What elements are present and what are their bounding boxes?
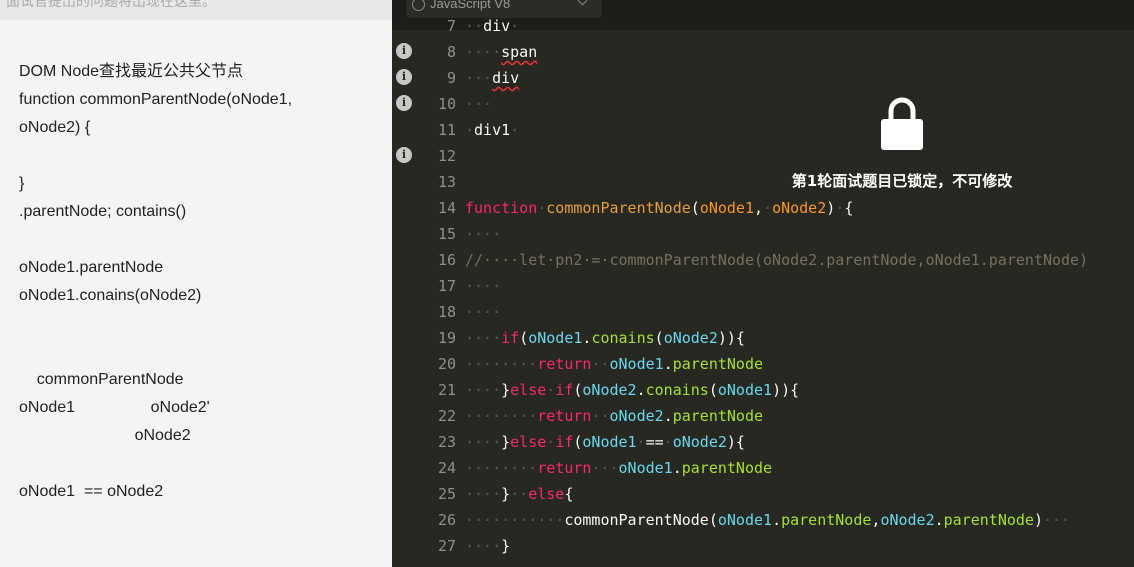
code-line-19: ····if(oNode1.conains(oNode2)){	[465, 329, 745, 347]
line-number: 13	[437, 173, 456, 191]
line-number: 26	[437, 511, 456, 529]
question-line: function commonParentNode(oNode1,	[19, 91, 293, 108]
code-line-23: ····}else·if(oNode1·==·oNode2){	[465, 433, 745, 451]
line-number: 15	[437, 225, 456, 243]
question-line: oNode1.parentNode	[19, 259, 164, 276]
line-number: 22	[437, 407, 456, 425]
code-line-22: ········return··oNode2.parentNode	[465, 407, 764, 425]
question-line	[19, 450, 379, 478]
line-number: 18	[437, 303, 456, 321]
code-line-7: ··div·	[465, 17, 520, 35]
code-line-26: ···········commonParentNode(oNode1.paren…	[465, 511, 1071, 529]
code-line-25: ····}··else{	[465, 485, 574, 503]
lock-message: 第1轮面试题目已锁定，不可修改	[791, 172, 1013, 190]
line-number: 14	[437, 199, 456, 217]
info-icon[interactable]: i	[396, 147, 412, 163]
code-line-20: ········return··oNode1.parentNode	[465, 355, 764, 373]
line-number: 24	[437, 459, 456, 477]
info-icon[interactable]: i	[396, 43, 412, 59]
line-number: 21	[437, 381, 456, 399]
question-text: DOM Node查找最近公共父节点 function commonParentNo…	[19, 58, 379, 506]
code-line-9: ···div	[465, 69, 520, 87]
code-line-24: ········return···oNode1.parentNode	[465, 459, 773, 477]
line-number: 12	[437, 147, 456, 165]
line-number: 19	[437, 329, 456, 347]
line-number: 23	[437, 433, 456, 451]
question-line: .parentNode; contains()	[19, 203, 187, 220]
chevron-down-icon	[577, 0, 588, 6]
question-line: }	[19, 175, 25, 192]
question-line: oNode2) {	[19, 119, 91, 136]
code-line-18: ····	[465, 303, 502, 321]
code-line-11: ·div1·	[465, 121, 520, 139]
code-line-27: ····}	[465, 537, 511, 555]
line-number: 16	[437, 251, 456, 269]
lock-icon	[881, 97, 923, 150]
line-number: 17	[437, 277, 456, 295]
question-header: 面试官提出的问题将出现在这里。	[0, 0, 392, 20]
question-line	[19, 226, 379, 254]
line-number: 20	[437, 355, 456, 373]
code-line-8: ····span	[465, 43, 538, 61]
question-line: oNode1 == oNode2	[19, 483, 164, 500]
question-line: oNode1 oNode2'	[19, 399, 210, 416]
question-line	[19, 338, 379, 366]
line-number: 8	[446, 43, 456, 61]
line-number: 25	[437, 485, 456, 503]
code-line-15: ····	[465, 225, 502, 243]
line-number: 7	[446, 17, 456, 35]
question-line: commonParentNode	[19, 371, 184, 388]
code-line-17: ····	[465, 277, 502, 295]
question-line	[19, 142, 379, 170]
line-number: 11	[437, 121, 456, 139]
info-icon[interactable]: i	[396, 95, 412, 111]
code-line-21: ····}else·if(oNode2.conains(oNode1)){	[465, 381, 800, 399]
line-number: 27	[437, 537, 456, 555]
code-editor[interactable]: JavaScript V8 i i i i 7 8 9 10 11 12 13 14 15 16 1…	[392, 0, 1134, 567]
line-number: 10	[437, 95, 456, 113]
question-panel: 面试官提出的问题将出现在这里。 DOM Node查找最近公共父节点 functio…	[0, 0, 392, 567]
info-icon[interactable]: i	[396, 69, 412, 85]
question-line: oNode1.conains(oNode2)	[19, 287, 202, 304]
question-line: DOM Node查找最近公共父节点	[19, 63, 244, 80]
question-line	[19, 310, 379, 338]
lock-overlay: 第1轮面试题目已锁定，不可修改	[787, 96, 1017, 206]
question-header-text: 面试官提出的问题将出现在这里。	[6, 0, 216, 9]
question-line: oNode2	[19, 427, 191, 444]
code-line-10: ···	[465, 95, 493, 113]
line-number: 9	[446, 69, 456, 87]
code-line-16: //····let·pn2·=·commonParentNode(oNode2.…	[465, 251, 1089, 269]
